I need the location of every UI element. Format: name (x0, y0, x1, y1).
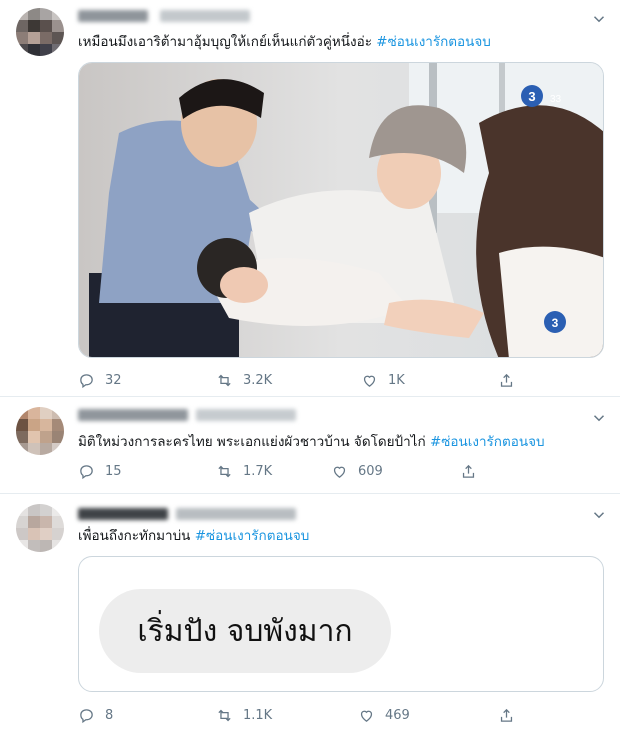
like-button[interactable]: 469 (358, 705, 410, 725)
retweet-icon (218, 465, 231, 477)
tweet-actions: 8 1.1K 469 (78, 705, 548, 725)
tweet-3[interactable]: เพื่อนถึงกะทักมาบ่น #ซ่อนเงารักตอนจบ เริ… (0, 494, 620, 734)
tweet-body: เพื่อนถึงกะทักมาบ่น (78, 528, 195, 544)
tweet-actions: 15 1.7K 609 (78, 461, 548, 481)
reply-button[interactable]: 15 (78, 461, 122, 481)
reply-count: 8 (105, 707, 114, 723)
username-handle[interactable] (176, 508, 296, 520)
tweet-text: มิติใหม่วงการละครไทย พระเอกแย่งผัวชาวบ้า… (78, 432, 545, 452)
hashtag-link[interactable]: #ซ่อนเงารักตอนจบ (376, 34, 491, 50)
like-button[interactable]: 609 (331, 461, 383, 481)
reply-icon (80, 464, 93, 479)
chevron-down-icon[interactable] (590, 506, 608, 524)
display-name[interactable] (78, 409, 188, 421)
share-icon (462, 464, 475, 478)
username-handle[interactable] (160, 10, 250, 22)
tweet-2[interactable]: มิติใหม่วงการละครไทย พระเอกแย่งผัวชาวบ้า… (0, 397, 620, 494)
like-icon (333, 466, 346, 478)
share-icon (500, 708, 513, 722)
display-name[interactable] (78, 508, 168, 520)
retweet-count: 3.2K (243, 372, 273, 388)
channel-logo-sub: 33 (550, 94, 562, 105)
channel-watermark-text: 3 (552, 316, 559, 330)
like-button[interactable]: 1K (361, 370, 405, 390)
avatar[interactable] (16, 8, 64, 56)
retweet-count: 1.7K (243, 463, 273, 479)
retweet-icon (218, 709, 231, 721)
hashtag-link[interactable]: #ซ่อนเงารักตอนจบ (430, 434, 545, 450)
share-button[interactable] (460, 461, 487, 481)
chat-bubble-text: เริ่มปัง จบพังมาก (137, 613, 353, 649)
retweet-count: 1.1K (243, 707, 273, 723)
tweet-text: เพื่อนถึงกะทักมาบ่น #ซ่อนเงารักตอนจบ (78, 526, 309, 546)
chevron-down-icon[interactable] (590, 409, 608, 427)
hashtag-link[interactable]: #ซ่อนเงารักตอนจบ (195, 528, 310, 544)
channel-logo: 3 (528, 89, 535, 104)
username-handle[interactable] (196, 409, 296, 421)
reply-icon (80, 708, 93, 723)
share-button[interactable] (498, 705, 525, 725)
like-count: 1K (388, 372, 405, 388)
photo-scene: 3 33 3 (79, 63, 603, 357)
reply-count: 32 (105, 372, 122, 388)
like-count: 609 (358, 463, 383, 479)
retweet-button[interactable]: 1.7K (216, 461, 272, 481)
tweet-actions: 32 3.2K 1K (78, 370, 548, 390)
retweet-button[interactable]: 3.2K (216, 370, 272, 390)
avatar[interactable] (16, 504, 64, 552)
share-button[interactable] (498, 370, 525, 390)
like-icon (360, 710, 373, 722)
tweet-image[interactable]: 3 33 3 (78, 62, 604, 358)
tweet-body: มิติใหม่วงการละครไทย พระเอกแย่งผัวชาวบ้า… (78, 434, 430, 450)
share-icon (500, 373, 513, 387)
reply-button[interactable]: 8 (78, 705, 113, 725)
tweet-image[interactable]: เริ่มปัง จบพังมาก (78, 556, 604, 692)
like-count: 469 (385, 707, 410, 723)
retweet-button[interactable]: 1.1K (216, 705, 272, 725)
reply-button[interactable]: 32 (78, 370, 122, 390)
tweet-1[interactable]: เหมือนมึงเอาริต้ามาอุ้มบุญให้เกย์เห็นแก่… (0, 0, 620, 397)
display-name[interactable] (78, 10, 148, 22)
chat-bubble: เริ่มปัง จบพังมาก (99, 589, 391, 673)
tweet-text: เหมือนมึงเอาริต้ามาอุ้มบุญให้เกย์เห็นแก่… (78, 32, 491, 52)
avatar[interactable] (16, 407, 64, 455)
retweet-icon (218, 374, 231, 386)
chevron-down-icon[interactable] (590, 10, 608, 28)
reply-icon (80, 373, 93, 388)
tweet-body: เหมือนมึงเอาริต้ามาอุ้มบุญให้เกย์เห็นแก่… (78, 34, 377, 50)
reply-count: 15 (105, 463, 122, 479)
like-icon (363, 375, 376, 387)
